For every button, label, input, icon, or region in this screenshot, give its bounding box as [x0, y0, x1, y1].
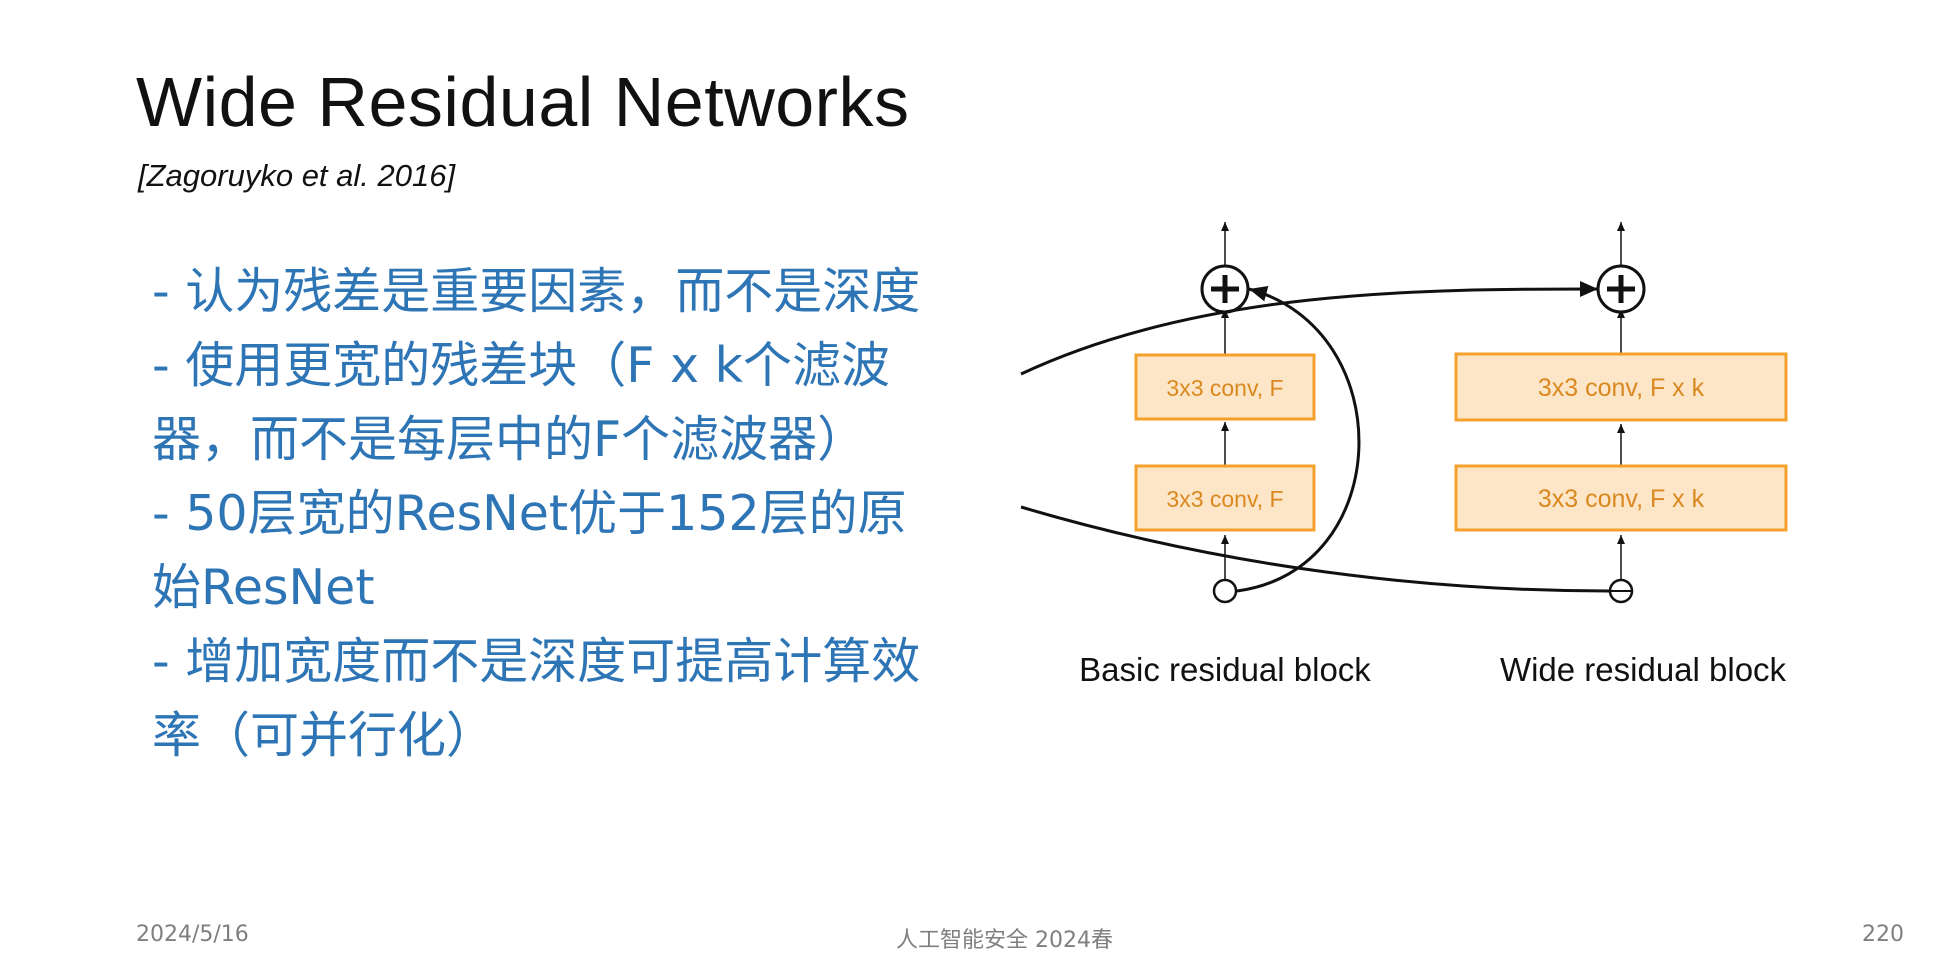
input-node — [1608, 578, 1634, 604]
conv-layer-label: 3x3 conv, F — [1166, 486, 1283, 512]
wide-residual-block: 3x3 conv, F x k 3x3 conv, F x k Wide res… — [1020, 222, 1788, 688]
basic-residual-block: 3x3 conv, F 3x3 conv, F Basic residual b… — [1079, 222, 1371, 688]
plus-icon — [1200, 264, 1250, 314]
block-caption: Wide residual block — [1500, 651, 1787, 688]
block-caption: Basic residual block — [1079, 651, 1371, 688]
skip-connection-arrow — [1236, 286, 1361, 593]
footer-course: 人工智能安全 2024春 — [896, 928, 1113, 953]
conv-layer-label: 3x3 conv, F x k — [1538, 485, 1705, 513]
input-node — [1212, 578, 1238, 604]
residual-block-diagram: 3x3 conv, F 3x3 conv, F Basic residual b… — [1020, 222, 1788, 688]
conv-layer-label: 3x3 conv, F — [1166, 375, 1283, 401]
plus-icon — [1596, 264, 1646, 314]
conv-layer-label: 3x3 conv, F x k — [1538, 374, 1705, 402]
